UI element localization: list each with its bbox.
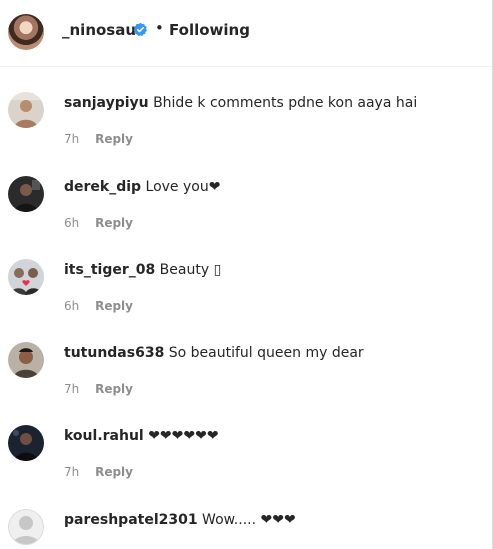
comment-content: pareshpatel2301 Wow..... ❤❤❤ [64,512,296,528]
comment-time: 7h [64,465,80,479]
comment-item: pareshpatel2301 Wow..... ❤❤❤ [0,509,492,549]
comment-meta: 7h Reply [64,465,133,479]
comment-username[interactable]: derek_dip [64,179,141,195]
comment-time: 6h [64,216,80,230]
comment-username[interactable]: tutundas638 [64,345,164,361]
reply-button[interactable]: Reply [95,216,133,230]
comment-meta: 7h Reply [64,382,133,396]
reply-button[interactable]: Reply [95,382,133,396]
comment-time: 7h [64,132,80,146]
comment-item: tutundas638 So beautiful queen my dear 7… [0,342,492,422]
post-header: _ninosaur • Following [0,0,492,67]
comment-item: derek_dip Love you❤ 6h Reply [0,176,492,256]
comment-username[interactable]: sanjaypiyu [64,95,149,111]
header-separator: • [155,19,164,37]
comment-content: sanjaypiyu Bhide k comments pdne kon aay… [64,95,417,111]
comment-meta: 6h Reply [64,216,133,230]
comment-text: So beautiful queen my dear [168,345,364,361]
commenter-avatar[interactable] [8,259,44,295]
comment-content: its_tiger_08 Beauty ▯ [64,262,221,278]
comment-item: koul.rahul ❤❤❤❤❤❤ 7h Reply [0,425,492,505]
reply-button[interactable]: Reply [95,299,133,313]
comment-text: Love you❤ [145,179,221,195]
comment-item: sanjaypiyu Bhide k comments pdne kon aay… [0,92,492,172]
commenter-avatar[interactable] [8,92,44,128]
comment-time: 6h [64,299,80,313]
comment-username[interactable]: pareshpatel2301 [64,512,198,528]
profile-username[interactable]: _ninosaur [62,21,143,39]
comment-username[interactable]: its_tiger_08 [64,262,155,278]
profile-avatar[interactable] [8,14,44,50]
comment-text: Beauty ▯ [159,262,222,278]
comment-content: derek_dip Love you❤ [64,179,220,195]
comment-text: Wow..... ❤❤❤ [202,512,296,528]
reply-button[interactable]: Reply [95,465,133,479]
commenter-avatar[interactable] [8,509,44,545]
comments-panel: _ninosaur • Following sanjaypiyu Bhide k… [0,0,493,549]
comment-text: ❤❤❤❤❤❤ [148,428,219,444]
comment-meta: 7h Reply [64,132,133,146]
commenter-avatar[interactable] [8,342,44,378]
comment-content: tutundas638 So beautiful queen my dear [64,345,364,361]
comment-content: koul.rahul ❤❤❤❤❤❤ [64,428,219,444]
verified-badge-icon [133,22,147,37]
comment-time: 7h [64,382,80,396]
following-button[interactable]: Following [169,21,250,39]
reply-button[interactable]: Reply [95,132,133,146]
comment-text: Bhide k comments pdne kon aaya hai [153,95,418,111]
commenter-avatar[interactable] [8,176,44,212]
comment-meta: 6h Reply [64,299,133,313]
commenter-avatar[interactable] [8,425,44,461]
comment-username[interactable]: koul.rahul [64,428,144,444]
comment-item: its_tiger_08 Beauty ▯ 6h Reply [0,259,492,339]
